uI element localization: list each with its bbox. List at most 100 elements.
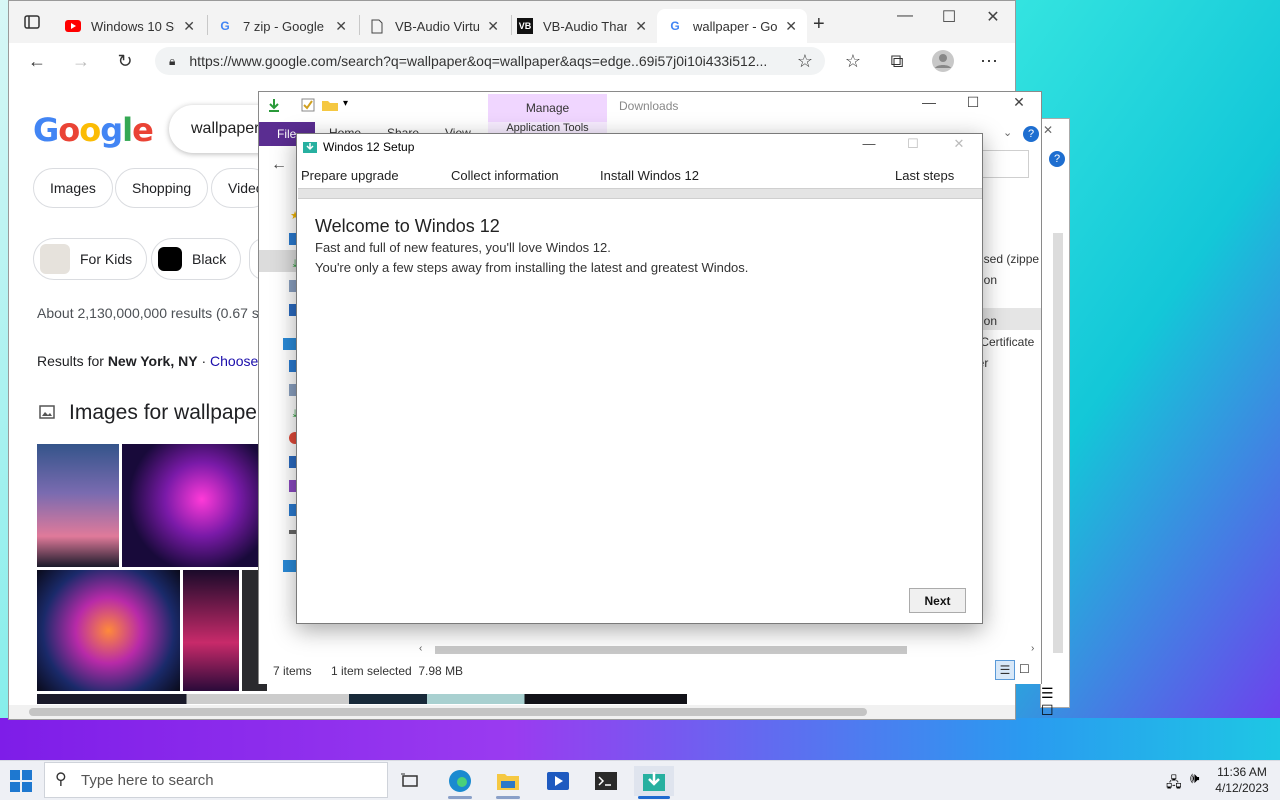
step-install: Install Windos 12: [600, 168, 699, 183]
result-count: About 2,130,000,000 results (0.67 s: [37, 305, 259, 321]
running-indicator: [448, 796, 472, 799]
date: 4/12/2023: [1215, 781, 1269, 795]
scrollbar-vertical[interactable]: [1041, 229, 1069, 659]
close-icon[interactable]: ✕: [1043, 123, 1053, 137]
wallpaper-row[interactable]: [37, 694, 687, 704]
media-player-icon[interactable]: [538, 766, 578, 796]
google-icon: G: [220, 19, 230, 33]
back-icon[interactable]: ←: [271, 156, 287, 174]
favorite-add-icon[interactable]: ☆: [791, 49, 819, 73]
lock-icon[interactable]: 🔒︎: [169, 54, 175, 69]
step-collect: Collect information: [451, 168, 559, 183]
minimize-icon[interactable]: —: [849, 136, 889, 151]
back-icon[interactable]: ←: [23, 49, 51, 73]
google-logo[interactable]: Google: [33, 111, 154, 149]
location-line: Results for New York, NY · Choose a: [37, 353, 270, 369]
scrollbar-thumb[interactable]: [29, 708, 867, 716]
search-box[interactable]: [979, 150, 1029, 178]
minimize-icon[interactable]: —: [909, 94, 949, 110]
wallpaper-thumbnail[interactable]: [183, 570, 239, 691]
window-title: Downloads: [619, 99, 679, 113]
next-button[interactable]: Next: [909, 588, 966, 613]
scroll-left-icon[interactable]: ‹: [419, 643, 422, 654]
wallpaper-thumbnail[interactable]: [122, 444, 267, 567]
profile-icon[interactable]: [929, 49, 957, 73]
browser-tab[interactable]: VB-Audio Virtu ✕: [359, 9, 509, 43]
properties-icon[interactable]: [301, 98, 315, 112]
suggestion-chip[interactable]: For Kids: [33, 238, 148, 280]
edge-icon[interactable]: [440, 766, 480, 799]
refresh-icon[interactable]: ↻: [111, 49, 139, 73]
close-tab-icon[interactable]: ✕: [487, 18, 499, 35]
youtube-icon: [65, 18, 81, 34]
address-bar[interactable]: 🔒︎ https://www.google.com/search?q=wallp…: [155, 47, 825, 75]
taskbar-search-input[interactable]: ⚲ Type here to search: [44, 762, 388, 798]
chip-thumbnail: [158, 247, 182, 271]
maximize-icon[interactable]: ☐: [929, 7, 969, 27]
page-icon: [369, 18, 385, 34]
chip-shopping[interactable]: Shopping: [115, 168, 209, 208]
browser-tab[interactable]: Windows 10 Su ✕: [55, 9, 205, 43]
tab-manage[interactable]: Manage: [488, 94, 607, 122]
status-bar: 7 items 1 item selected 7.98 MB ☰ ☐: [259, 658, 1041, 684]
desktop-wallpaper: [0, 718, 1280, 760]
favorites-icon[interactable]: ☆: [839, 49, 867, 73]
chevron-down-icon[interactable]: ⌄: [1003, 126, 1012, 139]
suggestion-chip[interactable]: Black: [151, 238, 242, 280]
close-icon[interactable]: ✕: [999, 94, 1039, 111]
clock[interactable]: 11:36 AM 4/12/2023: [1204, 764, 1280, 796]
details-view-icon[interactable]: ☰: [995, 660, 1015, 680]
close-tab-icon[interactable]: ✕: [635, 18, 647, 35]
large-icons-view-icon[interactable]: ☐: [1019, 662, 1030, 676]
setup-taskbar-icon[interactable]: [634, 766, 674, 799]
network-icon[interactable]: 🖧︎: [1166, 772, 1182, 796]
chip-images[interactable]: Images: [33, 168, 113, 208]
start-icon[interactable]: [10, 770, 32, 792]
browser-tab[interactable]: G 7 zip - Google S ✕: [207, 9, 357, 43]
more-icon[interactable]: ⋯: [975, 49, 1003, 73]
chevron-down-icon[interactable]: ▾: [343, 98, 348, 109]
welcome-line-2: You're only a few steps away from instal…: [315, 260, 749, 275]
minimize-icon[interactable]: —: [885, 7, 925, 25]
running-indicator: [638, 796, 670, 799]
running-indicator: [496, 796, 520, 799]
wallpaper-thumbnail[interactable]: [37, 570, 180, 691]
volume-icon[interactable]: 🕪︎: [1190, 770, 1199, 787]
chip-thumbnail: [40, 244, 70, 274]
scrollbar-thumb[interactable]: [1053, 233, 1063, 653]
close-tab-icon[interactable]: ✕: [335, 18, 347, 35]
close-icon: ✕: [953, 136, 965, 151]
welcome-heading: Welcome to Windos 12: [315, 216, 500, 236]
help-icon[interactable]: ?: [1023, 126, 1039, 142]
wallpaper-thumbnail[interactable]: [37, 444, 119, 567]
close-icon[interactable]: ✕: [973, 7, 1013, 27]
file-explorer-icon[interactable]: [488, 766, 528, 799]
terminal-icon[interactable]: [586, 766, 626, 796]
selection-info: 1 item selected 7.98 MB: [331, 664, 464, 678]
task-view-icon[interactable]: [390, 766, 430, 796]
forward-icon[interactable]: →: [67, 49, 95, 73]
horizontal-scrollbar[interactable]: [9, 705, 1015, 719]
welcome-line-1: Fast and full of new features, you'll lo…: [315, 240, 611, 255]
maximize-icon[interactable]: ☐: [953, 94, 993, 111]
tab-bar: Windows 10 Su ✕ G 7 zip - Google S ✕ VB-…: [9, 1, 1015, 43]
url-text: https://www.google.com/search?q=wallpape…: [189, 53, 768, 69]
folder-icon[interactable]: [321, 98, 339, 112]
tab-actions-icon[interactable]: [23, 13, 41, 31]
new-tab-icon[interactable]: +: [813, 13, 825, 36]
scroll-right-icon[interactable]: ›: [1031, 643, 1034, 654]
scrollbar-thumb[interactable]: [435, 646, 907, 654]
horizontal-scrollbar[interactable]: ‹ ›: [419, 643, 1041, 657]
explorer-window-back: ✕ ? ☰ ☐: [1040, 118, 1070, 718]
help-icon[interactable]: ?: [1049, 151, 1065, 167]
setup-dialog: Windos 12 Setup — ☐ ✕ Prepare upgrade Co…: [296, 133, 983, 624]
close-tab-icon[interactable]: ✕: [183, 18, 195, 35]
collections-icon[interactable]: ⧉: [883, 49, 911, 73]
dialog-title: Windos 12 Setup: [323, 140, 415, 154]
download-icon: [267, 98, 281, 112]
close-tab-icon[interactable]: ✕: [785, 18, 797, 35]
setup-app-icon: [303, 140, 317, 154]
browser-tab-active[interactable]: G wallpaper - Goo ✕: [657, 9, 807, 43]
browser-tab[interactable]: VB VB-Audio Than ✕: [507, 9, 657, 43]
details-view-icon[interactable]: ☰ ☐: [1041, 685, 1069, 719]
